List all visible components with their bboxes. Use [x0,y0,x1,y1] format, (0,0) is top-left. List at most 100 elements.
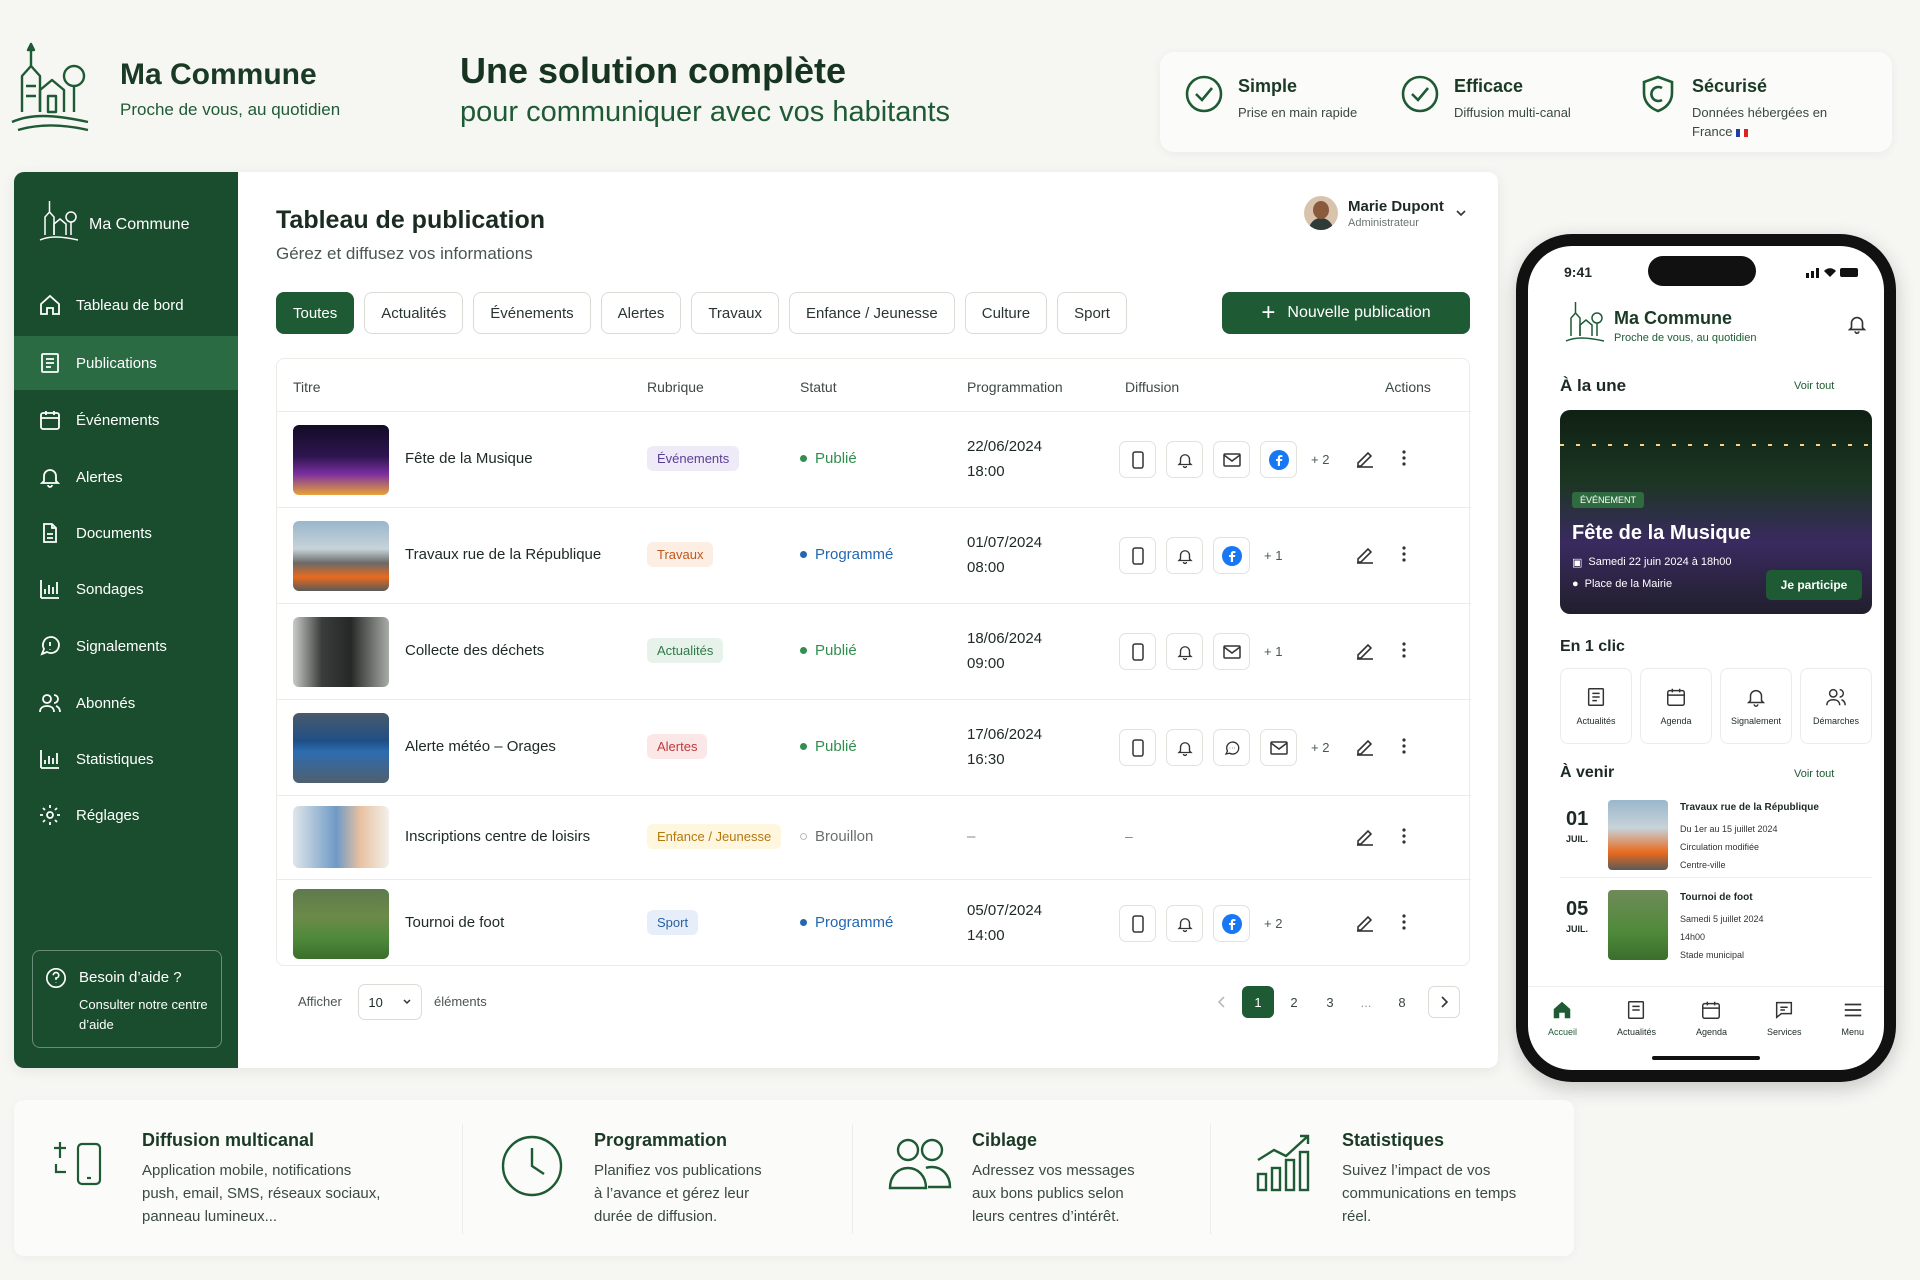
help-box[interactable]: Besoin d’aide ? Consulter notre centre d… [32,950,222,1048]
filter-all[interactable]: Toutes [276,292,355,334]
sidebar-item-alerts[interactable]: Alertes [14,450,238,504]
sidebar-item-label: Alertes [76,468,123,486]
bell-icon[interactable] [1166,633,1203,670]
table-row[interactable]: Travaux rue de la République Travaux Pro… [277,507,1471,603]
brand-tagline: Proche de vous, au quotidien [120,100,341,119]
feature-desc: Planifiez vos publications à l’avance et … [594,1162,762,1225]
prev-page-button[interactable] [1206,986,1238,1018]
new-publication-button[interactable]: + Nouvelle publication [1222,292,1470,334]
more-channels[interactable]: + 2 [1311,740,1329,755]
row-actions [1355,544,1407,564]
sidebar-item-events[interactable]: Événements [14,393,238,447]
filter-events[interactable]: Événements [473,292,591,334]
bell-icon[interactable] [1166,537,1203,574]
help-link[interactable]: Consulter notre centre d’aide [79,995,209,1035]
participate-button[interactable]: Je participe [1766,570,1862,600]
news-icon [1587,688,1605,706]
tab-menu[interactable]: Menu [1841,999,1864,1070]
page-3-button[interactable]: 3 [1314,986,1346,1018]
edit-icon[interactable] [1355,826,1375,846]
upcoming-item[interactable]: 01 JUIL. Travaux rue de la République Du… [1560,798,1872,878]
sidebar-item-dashboard[interactable]: Tableau de bord [14,278,238,332]
report-icon [40,636,60,656]
edit-icon[interactable] [1355,736,1375,756]
table-row[interactable]: Inscriptions centre de loisirs Enfance /… [277,795,1471,879]
featured-card[interactable]: ÉVÉNEMENT Fête de la Musique ▣ Samedi 22 … [1560,410,1872,614]
next-page-button[interactable] [1428,986,1460,1018]
mail-icon[interactable] [1213,441,1250,478]
sidebar-item-label: Tableau de bord [76,296,184,314]
mobile-icon[interactable] [1119,729,1156,766]
facebook-icon[interactable] [1213,537,1250,574]
page-size-select[interactable]: 10 [358,984,422,1020]
filter-alerts[interactable]: Alertes [600,292,682,334]
chevron-right-icon [1441,996,1449,1008]
user-menu[interactable]: Marie Dupont Administrateur [1304,196,1468,230]
filter-works[interactable]: Travaux [691,292,779,334]
edit-icon[interactable] [1355,448,1375,468]
see-all-link[interactable]: Voir tout [1794,380,1834,392]
sidebar-item-statistics[interactable]: Statistiques [14,732,238,786]
table-row[interactable]: Fête de la Musique Événements Publié 22/… [277,411,1471,507]
more-vertical-icon[interactable] [1401,448,1407,468]
edit-icon[interactable] [1355,640,1375,660]
thumbnail-football [293,889,389,959]
sidebar-item-documents[interactable]: Documents [14,506,238,560]
sidebar-item-settings[interactable]: Réglages [14,788,238,842]
more-vertical-icon[interactable] [1401,736,1407,756]
filter-culture[interactable]: Culture [964,292,1048,334]
mobile-icon[interactable] [1119,905,1156,942]
more-vertical-icon[interactable] [1401,912,1407,932]
tab-news[interactable]: Actualités [1617,999,1656,1070]
table-row[interactable]: Collecte des déchets Actualités Publié 1… [277,603,1471,699]
filter-sport[interactable]: Sport [1057,292,1127,334]
mobile-icon[interactable] [1119,633,1156,670]
tab-home[interactable]: Accueil [1548,999,1577,1070]
edit-icon[interactable] [1355,544,1375,564]
growth-chart-icon [1256,1134,1310,1192]
quick-procedures[interactable]: Démarches [1800,668,1872,744]
page-2-button[interactable]: 2 [1278,986,1310,1018]
more-channels[interactable]: + 2 [1311,452,1329,467]
tab-services[interactable]: Services [1767,999,1801,1070]
table-row[interactable]: Alerte météo – Orages Alertes Publié 17/… [277,699,1471,795]
mail-icon[interactable] [1213,633,1250,670]
page-1-button[interactable]: 1 [1242,986,1274,1018]
page-subtitle: Gérez et diffusez vos informations [276,244,533,263]
calendar-icon [40,411,60,430]
sidebar-item-polls[interactable]: Sondages [14,562,238,616]
help-icon [46,968,66,988]
quick-agenda[interactable]: Agenda [1640,668,1712,744]
upcoming-item[interactable]: 05 JUIL. Tournoi de foot Samedi 5 juille… [1560,888,1872,968]
sidebar-item-subscribers[interactable]: Abonnés [14,676,238,730]
quick-report[interactable]: Signalement [1720,668,1792,744]
edit-icon[interactable] [1355,912,1375,932]
more-channels[interactable]: + 1 [1264,644,1282,659]
bell-icon[interactable] [1846,312,1868,336]
mobile-icon[interactable] [1119,537,1156,574]
app-logo [1565,302,1605,342]
more-vertical-icon[interactable] [1401,826,1407,846]
sidebar-item-publications[interactable]: Publications [14,336,238,390]
chat-icon[interactable] [1213,729,1250,766]
signal-battery-icon [1806,268,1858,278]
facebook-icon[interactable] [1260,441,1297,478]
bell-icon[interactable] [1166,441,1203,478]
mail-icon[interactable] [1260,729,1297,766]
channels: + 2 [1119,729,1329,766]
see-all-link[interactable]: Voir tout [1794,768,1834,780]
page-8-button[interactable]: 8 [1386,986,1418,1018]
more-channels[interactable]: + 1 [1264,548,1282,563]
filter-news[interactable]: Actualités [364,292,464,334]
bell-icon[interactable] [1166,905,1203,942]
table-row[interactable]: Tournoi de foot Sport Programmé 05/07/20… [277,879,1471,967]
more-vertical-icon[interactable] [1401,640,1407,660]
mobile-icon[interactable] [1119,441,1156,478]
sidebar-item-reports[interactable]: Signalements [14,619,238,673]
more-vertical-icon[interactable] [1401,544,1407,564]
bell-icon[interactable] [1166,729,1203,766]
facebook-icon[interactable] [1213,905,1250,942]
filter-youth[interactable]: Enfance / Jeunesse [788,292,955,334]
more-channels[interactable]: + 2 [1264,916,1282,931]
quick-news[interactable]: Actualités [1560,668,1632,744]
